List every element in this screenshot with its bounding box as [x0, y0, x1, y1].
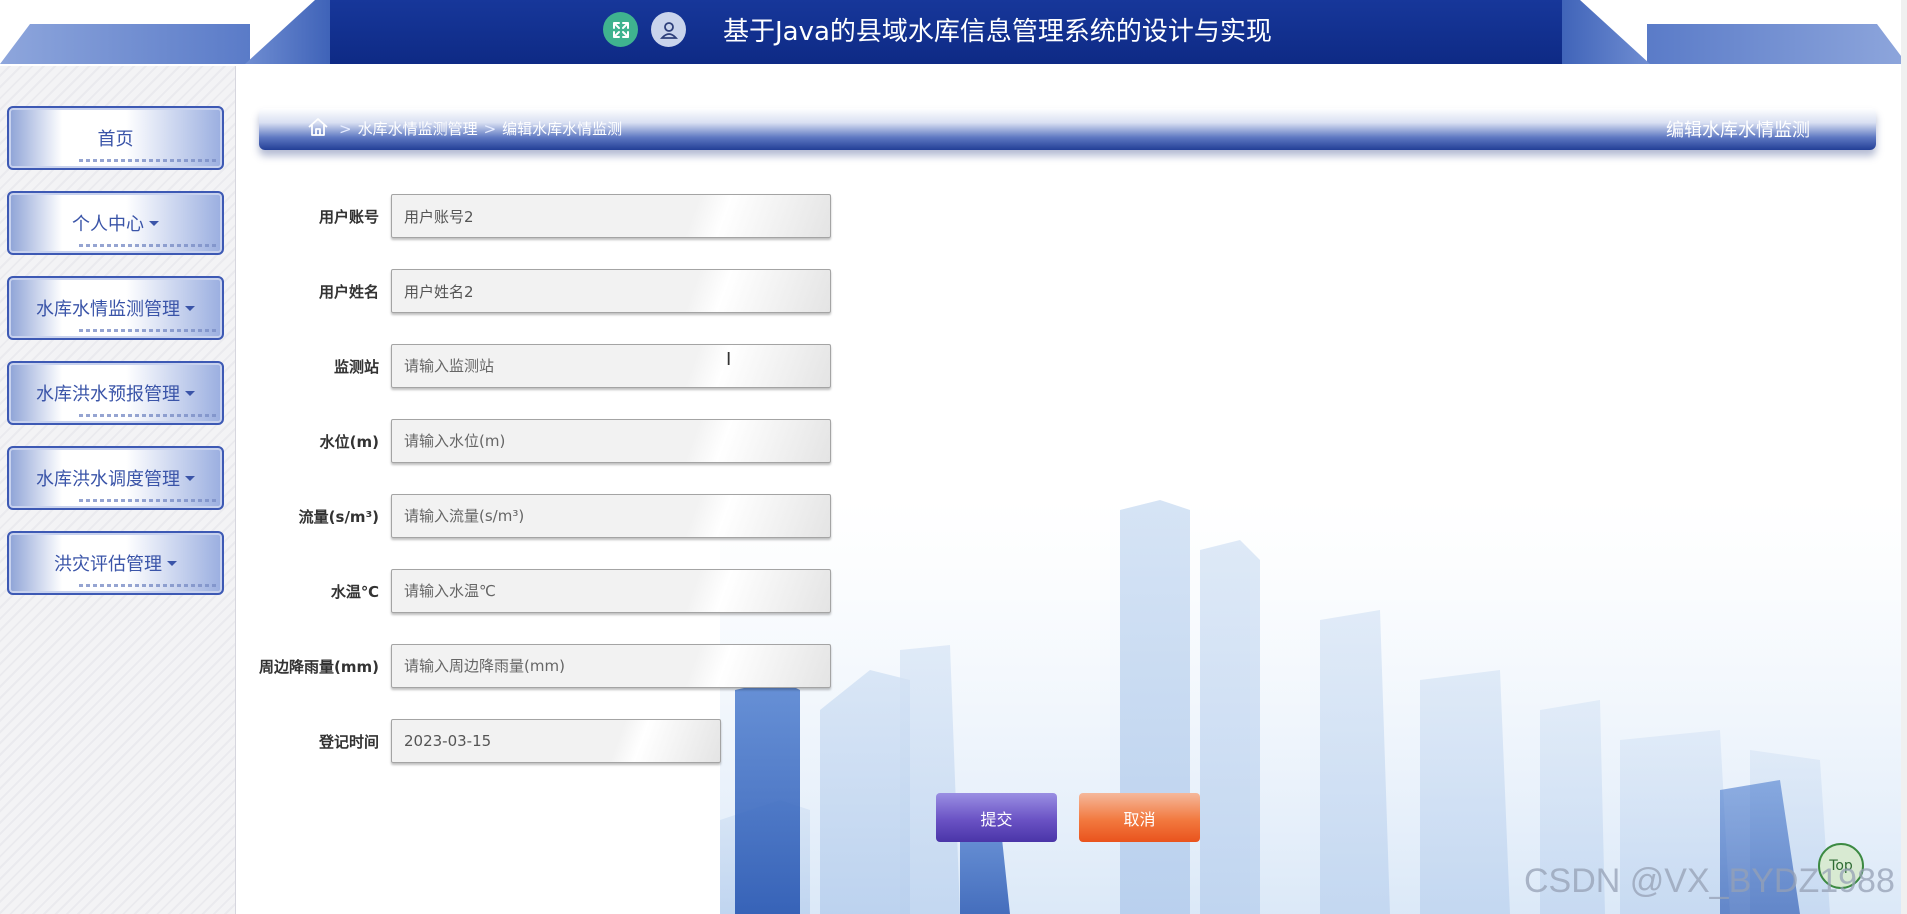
sidebar-item-flood-dispatch[interactable]: 水库洪水调度管理: [7, 446, 224, 510]
caret-down-icon: [185, 390, 195, 396]
menu-decoration: [79, 329, 219, 332]
user-account-input[interactable]: [391, 194, 831, 238]
sidebar: 首页 个人中心 水库水情监测管理 水库洪水预报管理 水库洪水调度管理 洪灾评估管…: [0, 66, 236, 914]
breadcrumb-item-water-monitoring[interactable]: 水库水情监测管理: [358, 118, 478, 139]
header-wing-right: [1647, 24, 1907, 64]
water-temperature-input[interactable]: [391, 569, 831, 613]
sidebar-item-label: 首页: [97, 129, 134, 150]
field-label: 用户姓名: [318, 282, 379, 301]
user-icon: [659, 21, 678, 39]
sidebar-item-label: 洪灾评估管理: [54, 550, 177, 576]
breadcrumb-separator: >: [339, 119, 352, 138]
sidebar-item-label: 水库水情监测管理: [36, 295, 195, 321]
home-icon[interactable]: [307, 116, 329, 138]
watermark: CSDN @VX_BYDZ1988: [1524, 862, 1895, 900]
sidebar-item-label: 水库洪水调度管理: [36, 465, 195, 491]
register-date-input[interactable]: [391, 719, 721, 763]
sidebar-item-water-monitoring[interactable]: 水库水情监测管理: [7, 276, 224, 340]
cityscape-background: [720, 500, 1907, 914]
user-button[interactable]: [651, 12, 686, 47]
caret-down-icon: [185, 305, 195, 311]
header-wing-left-inner: [245, 0, 330, 64]
form-row-station: 监测站: [259, 344, 831, 388]
sidebar-item-label: 个人中心: [72, 210, 159, 236]
page-scrollbar[interactable]: [1901, 0, 1907, 914]
header-wing-right-inner: [1560, 0, 1650, 64]
page-title: 编辑水库水情监测: [1666, 120, 1810, 141]
station-input[interactable]: [391, 344, 831, 388]
menu-decoration: [79, 414, 219, 417]
app-title: 基于Java的县域水库信息管理系统的设计与实现: [723, 17, 1272, 47]
rainfall-input[interactable]: [391, 644, 831, 688]
field-label: 流量(s/m³): [298, 507, 379, 526]
caret-down-icon: [167, 560, 177, 566]
user-name-input[interactable]: [391, 269, 831, 313]
submit-button[interactable]: 提交: [936, 793, 1057, 842]
sidebar-item-personal-center[interactable]: 个人中心: [7, 191, 224, 255]
breadcrumb: > 水库水情监测管理 > 编辑水库水情监测 编辑水库水情监测: [259, 108, 1876, 150]
form-row-flow: 流量(s/m³): [259, 494, 831, 538]
field-label: 用户账号: [318, 207, 379, 226]
form-row-water-level: 水位(m): [259, 419, 831, 463]
menu-decoration: [79, 159, 219, 162]
field-label: 水温℃: [330, 582, 379, 601]
breadcrumb-separator: >: [483, 119, 497, 138]
flow-input[interactable]: [391, 494, 831, 538]
sidebar-item-home[interactable]: 首页: [7, 106, 224, 170]
water-level-input[interactable]: [391, 419, 831, 463]
menu-decoration: [79, 499, 219, 502]
form-row-water-temp: 水温℃: [259, 569, 831, 613]
caret-down-icon: [149, 220, 159, 226]
menu-decoration: [79, 584, 219, 587]
text-cursor-icon: I: [726, 349, 732, 370]
breadcrumb-item-current: 编辑水库水情监测: [502, 120, 623, 138]
app-root: 基于Java的县域水库信息管理系统的设计与实现 首页 个人中心 水库水情监测管理…: [0, 0, 1907, 914]
menu-decoration: [79, 244, 219, 247]
sidebar-item-label: 水库洪水预报管理: [36, 380, 195, 406]
sidebar-item-disaster-assessment[interactable]: 洪灾评估管理: [7, 531, 224, 595]
field-label: 监测站: [333, 357, 379, 376]
caret-down-icon: [185, 475, 195, 481]
cancel-button[interactable]: 取消: [1079, 793, 1200, 842]
sidebar-item-flood-forecast[interactable]: 水库洪水预报管理: [7, 361, 224, 425]
form-row-user-account: 用户账号: [259, 194, 831, 238]
breadcrumb-trail: > 水库水情监测管理 > 编辑水库水情监测: [339, 118, 622, 139]
field-label: 登记时间: [318, 732, 379, 751]
form-row-register-date: 登记时间: [259, 719, 721, 763]
expand-arrows-icon: [612, 21, 629, 38]
fullscreen-button[interactable]: [603, 12, 638, 47]
field-label: 周边降雨量(mm): [259, 657, 379, 676]
form-row-user-name: 用户姓名: [259, 269, 831, 313]
field-label: 水位(m): [319, 432, 379, 451]
form-row-rainfall: 周边降雨量(mm): [259, 644, 831, 688]
header-wing-left: [0, 24, 250, 64]
top-header: 基于Java的县域水库信息管理系统的设计与实现: [0, 0, 1907, 66]
